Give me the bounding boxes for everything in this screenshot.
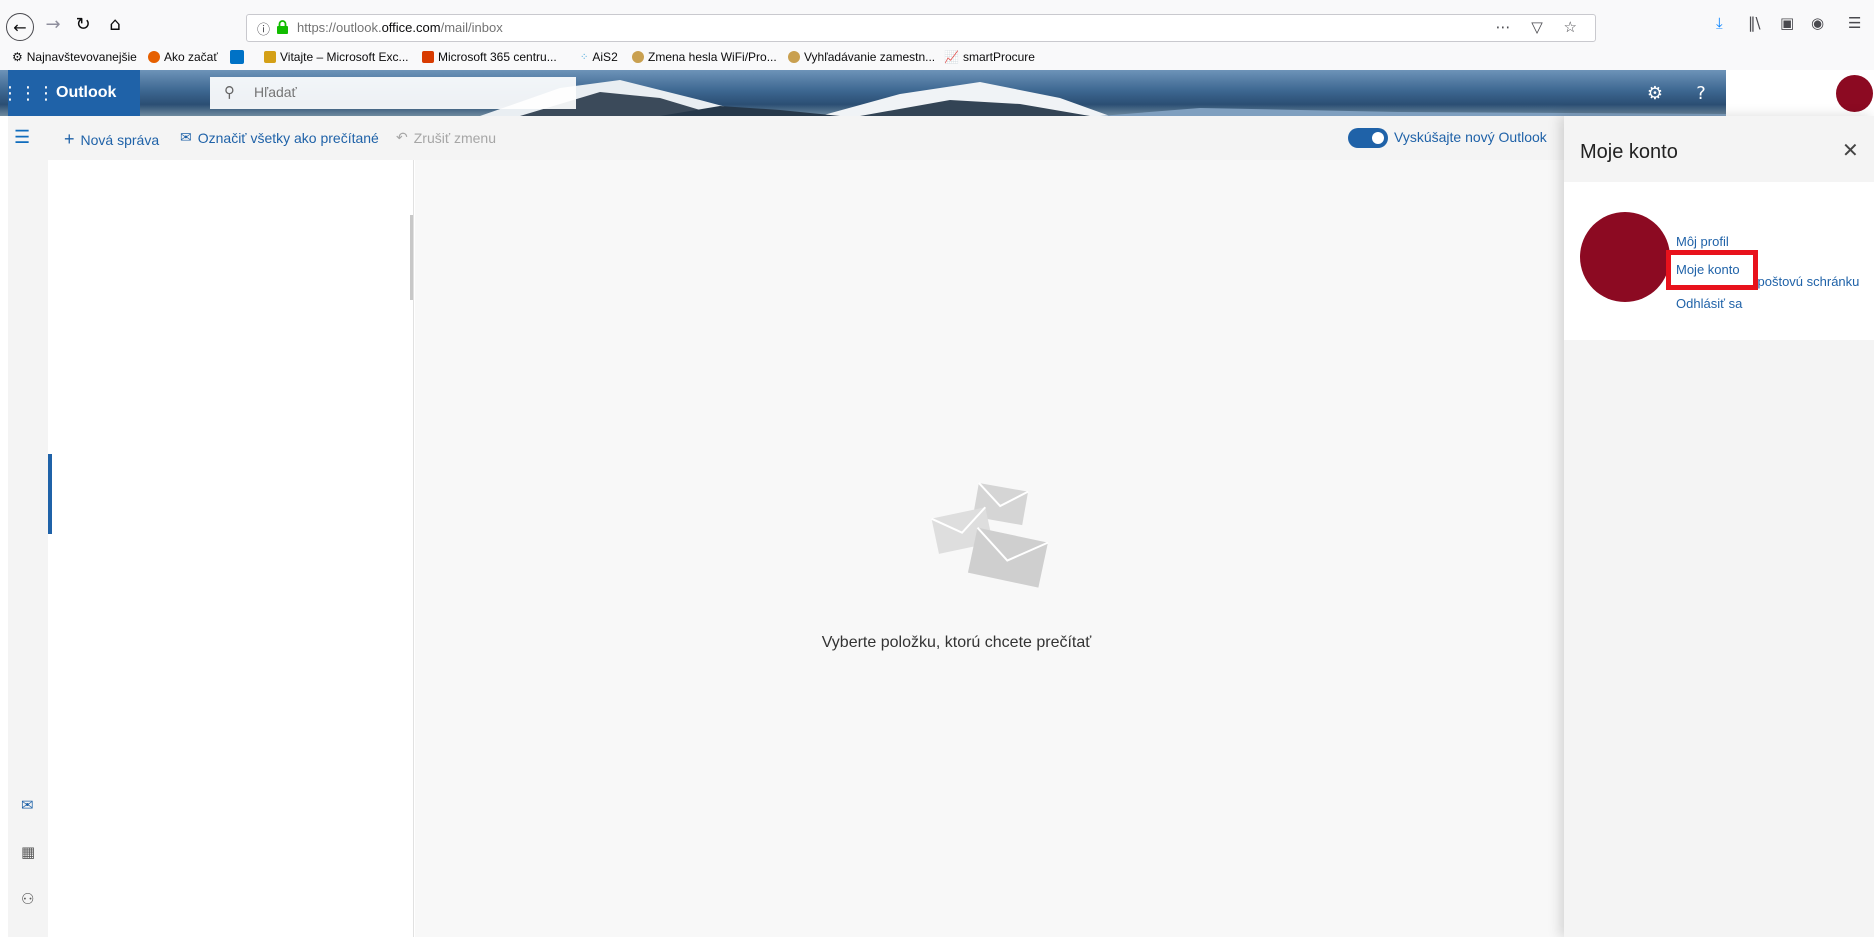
outlook-icon xyxy=(230,50,244,64)
bookmark-item[interactable]: Ako začať xyxy=(148,50,218,64)
account-icon[interactable]: ◉ xyxy=(1811,14,1824,32)
forward-icon[interactable]: → xyxy=(40,11,66,37)
exchange-icon xyxy=(264,51,276,63)
envelopes-illustration-icon xyxy=(931,482,1049,588)
undo-button[interactable]: ↶ Zrušiť zmenu xyxy=(396,129,496,146)
panel-title: Moje konto xyxy=(1580,141,1678,163)
people-icon[interactable]: ⚇ xyxy=(21,890,34,908)
bookmark-item[interactable]: Microsoft 365 centru... xyxy=(422,50,557,64)
globe-icon xyxy=(788,51,800,63)
try-new-outlook-label: Vyskúšajte nový Outlook xyxy=(1394,129,1547,145)
account-panel: Moje konto ✕ Môj profil Otvoriť ďalšiu p… xyxy=(1564,116,1874,937)
sign-out-link[interactable]: Odhlásiť sa xyxy=(1676,296,1742,311)
new-message-button[interactable]: + Nová správa xyxy=(64,129,159,150)
help-icon[interactable]: ? xyxy=(1678,70,1724,116)
firefox-icon xyxy=(148,51,160,63)
globe-icon xyxy=(632,51,644,63)
account-card: Môj profil Otvoriť ďalšiu poštovú schrán… xyxy=(1564,182,1874,340)
calendar-icon[interactable]: ▦ xyxy=(21,843,35,861)
library-icon[interactable]: ‖\ xyxy=(1748,14,1761,32)
left-rail: ✉ ▦ ⚇ xyxy=(8,160,48,937)
browser-toolbar: ← → ↻ ⌂ ⓘ https://outlook.office.com/mai… xyxy=(0,0,1874,46)
url-text: https://outlook.office.com/mail/inbox xyxy=(297,20,503,35)
bookmark-item[interactable] xyxy=(230,50,244,64)
back-icon[interactable]: ← xyxy=(6,13,34,41)
download-icon[interactable]: ⤓ xyxy=(1716,14,1723,32)
highlighted-my-account[interactable]: Moje konto xyxy=(1666,250,1758,290)
outlook-brand[interactable]: Outlook xyxy=(48,70,140,116)
hamburger-menu-icon[interactable]: ☰ xyxy=(14,127,30,148)
gear-icon: ⚙ xyxy=(12,50,23,64)
command-bar: ☰ + Nová správa ✉ Označiť všetky ako pre… xyxy=(8,116,1564,160)
empty-reading-message: Vyberte položku, ktorú chcete prečítať xyxy=(821,634,1092,651)
reading-pane: Vyberte položku, ktorú chcete prečítať xyxy=(415,160,1564,937)
selected-folder-indicator xyxy=(48,454,52,534)
my-account-link[interactable]: Moje konto xyxy=(1676,262,1740,277)
settings-gear-icon[interactable]: ⚙ xyxy=(1632,70,1678,116)
ais-icon: ⁘ xyxy=(580,51,589,63)
app-launcher-icon[interactable]: ⋮⋮⋮ xyxy=(1,70,55,116)
reload-icon[interactable]: ↻ xyxy=(70,11,96,37)
bookmark-item[interactable]: Vitajte – Microsoft Exc... xyxy=(264,50,409,64)
bookmark-item[interactable]: ⁘ AiS2 xyxy=(580,50,618,64)
chart-icon: 📈 xyxy=(944,50,959,64)
home-icon[interactable]: ⌂ xyxy=(102,11,128,37)
info-icon[interactable]: ⓘ xyxy=(257,19,270,38)
mark-all-read-button[interactable]: ✉ Označiť všetky ako prečítané xyxy=(180,129,379,146)
folder-pane xyxy=(48,160,414,937)
close-icon[interactable]: ✕ xyxy=(1842,138,1859,162)
undo-icon: ↶ xyxy=(396,129,408,145)
avatar[interactable] xyxy=(1836,75,1873,112)
plus-icon: + xyxy=(64,129,75,149)
search-icon: ⚲ xyxy=(224,83,235,101)
avatar xyxy=(1580,212,1670,302)
bookmark-item[interactable]: ⚙ Najnavštevovanejšie xyxy=(12,50,137,64)
bookmark-item[interactable]: Zmena hesla WiFi/Pro... xyxy=(632,50,777,64)
url-bar[interactable]: ⓘ https://outlook.office.com/mail/inbox … xyxy=(246,14,1596,42)
mail-icon[interactable]: ✉ xyxy=(21,796,34,814)
bookmarks-bar: ⚙ Najnavštevovanejšie Ako začať Vitajte … xyxy=(0,46,1874,70)
search-input[interactable] xyxy=(254,84,554,100)
folder-pane-scrollbar[interactable] xyxy=(410,215,413,300)
bookmark-item[interactable]: 📈 smartProcure xyxy=(944,50,1035,64)
try-new-outlook-toggle[interactable] xyxy=(1348,128,1388,148)
office-icon xyxy=(422,51,434,63)
envelope-open-icon: ✉ xyxy=(180,129,192,145)
page-actions-icons[interactable]: ⋯ ▽ ☆ xyxy=(1495,18,1585,36)
search-box[interactable]: ⚲ xyxy=(210,77,576,109)
lock-icon xyxy=(277,20,288,34)
menu-icon[interactable]: ☰ xyxy=(1848,14,1861,32)
my-profile-link[interactable]: Môj profil xyxy=(1676,234,1729,249)
bookmark-item[interactable]: Vyhľadávanie zamestn... xyxy=(788,50,935,64)
sidebar-icon[interactable]: ▣ xyxy=(1780,14,1794,32)
